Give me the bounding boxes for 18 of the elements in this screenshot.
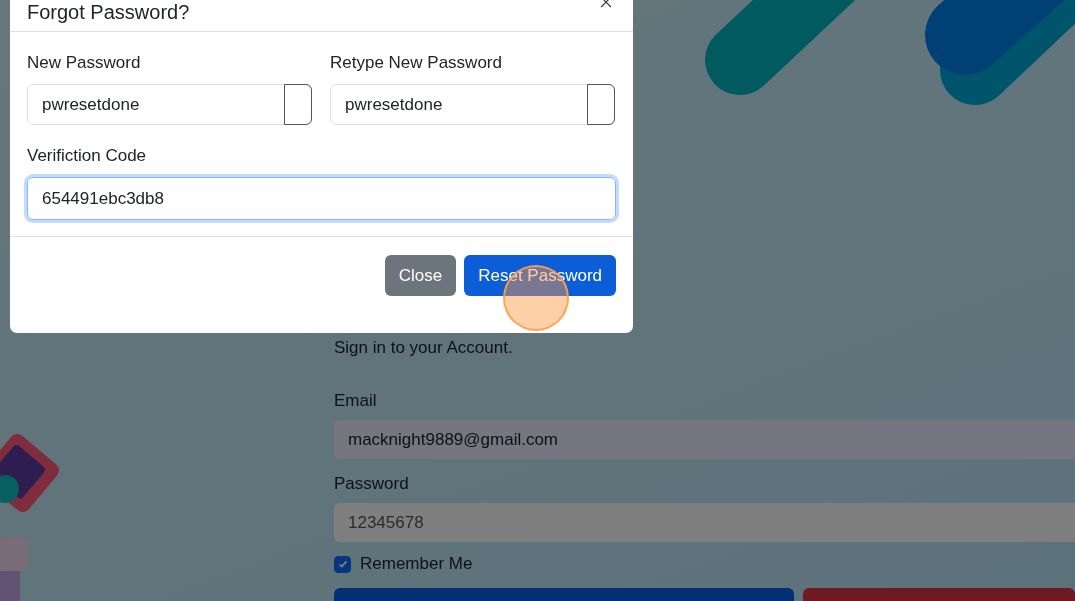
field-label: Verifiction Code: [27, 145, 148, 167]
password-field[interactable]: pwresetdone: [330, 84, 615, 125]
email-field[interactable]: macknight9889@gmail.com: [334, 420, 1075, 459]
check-icon: [336, 558, 349, 570]
remember-checkbox[interactable]: [334, 555, 351, 573]
remember-label: Remember Me: [360, 554, 473, 574]
close-button[interactable]: Close: [384, 255, 457, 296]
code-field[interactable]: 654491ebc3db8: [27, 177, 616, 220]
toggle-button[interactable]: [284, 84, 312, 125]
password-field[interactable]: 12345678: [334, 503, 1075, 542]
dialog-title: Forgot Password?: [27, 1, 190, 23]
field-label: Password: [334, 473, 410, 495]
password-field[interactable]: pwresetdone: [27, 84, 312, 125]
subtitle-text: Sign in to your Account.: [334, 337, 514, 359]
toggle-button[interactable]: [587, 84, 615, 125]
field-label: New Password: [27, 52, 142, 74]
field-label: Retype New Password: [330, 52, 503, 74]
field-label: Email: [334, 390, 378, 412]
